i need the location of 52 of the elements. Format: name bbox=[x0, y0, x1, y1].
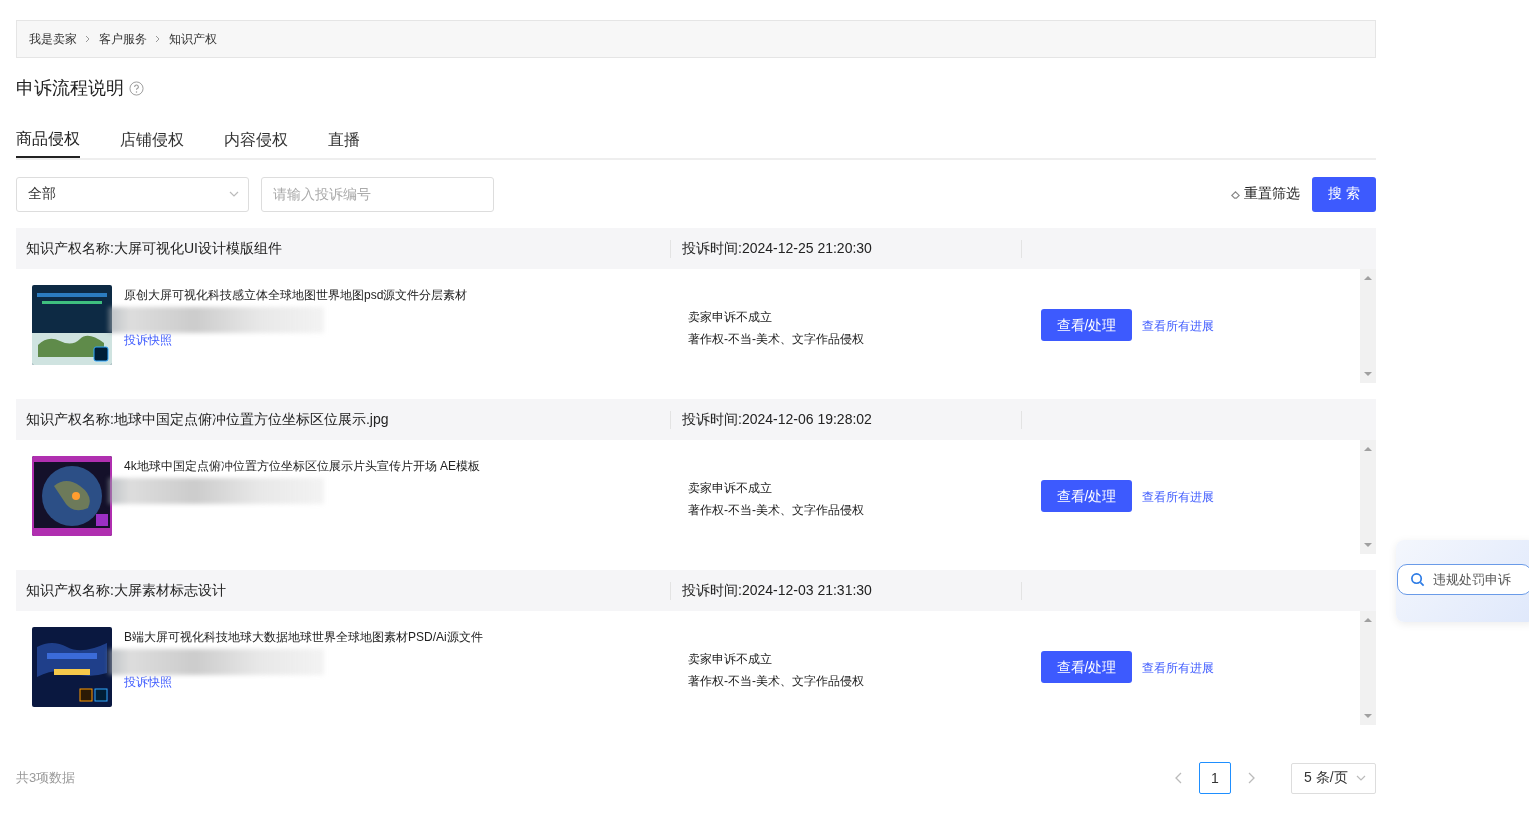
view-handle-button[interactable]: 查看/处理 bbox=[1041, 309, 1132, 341]
view-handle-button[interactable]: 查看/处理 bbox=[1041, 651, 1132, 683]
product-title[interactable]: 4k地球中国定点俯冲位置方位坐标区位展示片头宣传片开场 AE模板 bbox=[124, 458, 480, 475]
tab[interactable]: 店铺侵权 bbox=[120, 122, 184, 158]
ip-name: 知识产权名称:大屏可视化UI设计模版组件 bbox=[26, 239, 282, 258]
complaint-time: 投诉时间:2024-12-06 19:28:02 bbox=[682, 410, 872, 429]
complaint-status: 卖家申诉不成立 bbox=[688, 309, 773, 326]
page-number[interactable]: 1 bbox=[1199, 762, 1231, 794]
complaint-reason: 著作权-不当-美术、文字作品侵权 bbox=[688, 502, 865, 519]
breadcrumb-item[interactable]: 客户服务 bbox=[99, 30, 147, 48]
scroll-down-icon[interactable] bbox=[1364, 543, 1372, 548]
product-title[interactable]: B端大屏可视化科技地球大数据地球世界全球地图素材PSD/Ai源文件 bbox=[124, 629, 483, 646]
scrollbar[interactable] bbox=[1360, 611, 1376, 725]
help-icon[interactable] bbox=[129, 80, 144, 96]
tab[interactable]: 商品侵权 bbox=[16, 122, 80, 158]
complaint-number-field[interactable]: 请输入投诉编号 bbox=[261, 176, 494, 212]
complaint-status: 卖家申诉不成立 bbox=[688, 480, 773, 497]
search-button[interactable]: 搜 索 bbox=[1312, 176, 1376, 212]
status-select[interactable]: 全部 bbox=[16, 176, 249, 212]
floating-search-field[interactable]: 违规处罚申诉 bbox=[1397, 564, 1529, 595]
page-size-select[interactable]: 5 条/页 bbox=[1291, 762, 1376, 794]
scroll-up-icon[interactable] bbox=[1364, 275, 1372, 280]
breadcrumb-item[interactable]: 知识产权 bbox=[169, 30, 217, 48]
ip-name: 知识产权名称:地球中国定点俯冲位置方位坐标区位展示.jpg bbox=[26, 410, 389, 429]
product-title[interactable]: 原创大屏可视化科技感立体全球地图世界地图psd源文件分层素材 bbox=[124, 287, 468, 304]
complaint-reason: 著作权-不当-美术、文字作品侵权 bbox=[688, 673, 865, 690]
ip-name: 知识产权名称:大屏素材标志设计 bbox=[26, 581, 226, 600]
page-title: 申诉流程说明 bbox=[16, 77, 124, 100]
scroll-up-icon[interactable] bbox=[1364, 446, 1372, 451]
total-count: 共3项数据 bbox=[16, 769, 77, 787]
complaint-status: 卖家申诉不成立 bbox=[688, 651, 773, 668]
view-handle-button[interactable]: 查看/处理 bbox=[1041, 480, 1132, 512]
search-icon bbox=[1410, 572, 1425, 587]
progress-link[interactable]: 查看所有进展 bbox=[1142, 660, 1214, 677]
complaint-time: 投诉时间:2024-12-25 21:20:30 bbox=[682, 239, 872, 258]
complaint-reason: 著作权-不当-美术、文字作品侵权 bbox=[688, 331, 865, 348]
chevron-right-icon bbox=[155, 35, 161, 43]
progress-link[interactable]: 查看所有进展 bbox=[1142, 489, 1214, 506]
chevron-right-icon bbox=[85, 35, 91, 43]
scroll-down-icon[interactable] bbox=[1364, 714, 1372, 719]
scroll-down-icon[interactable] bbox=[1364, 372, 1372, 377]
progress-link[interactable]: 查看所有进展 bbox=[1142, 318, 1214, 335]
tab[interactable]: 内容侵权 bbox=[224, 122, 288, 158]
scrollbar[interactable] bbox=[1360, 440, 1376, 554]
snapshot-link[interactable]: 投诉快照 bbox=[124, 332, 468, 349]
scrollbar[interactable] bbox=[1360, 269, 1376, 383]
tab[interactable]: 直播 bbox=[328, 122, 360, 158]
reset-filter-button[interactable]: 重置筛选 bbox=[1230, 185, 1300, 203]
breadcrumb-item[interactable]: 我是卖家 bbox=[29, 30, 77, 48]
complaint-time: 投诉时间:2024-12-03 21:31:30 bbox=[682, 581, 872, 600]
scroll-up-icon[interactable] bbox=[1364, 617, 1372, 622]
snapshot-link[interactable]: 投诉快照 bbox=[124, 674, 483, 691]
